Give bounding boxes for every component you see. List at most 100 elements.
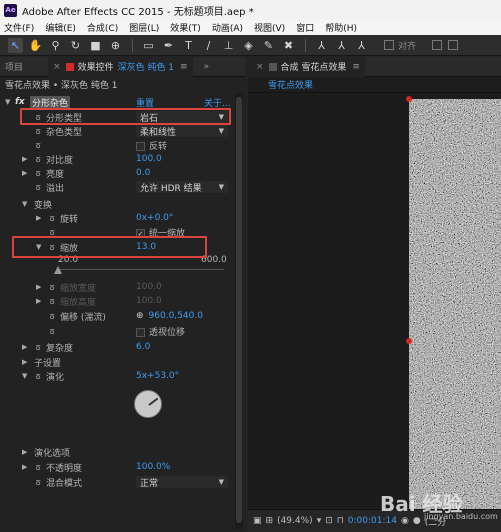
menu-composition[interactable]: 合成(C) xyxy=(87,21,118,34)
menu-edit[interactable]: 编辑(E) xyxy=(45,21,76,34)
scale-slider-thumb[interactable] xyxy=(54,266,62,274)
effect-row-fractal-noise[interactable]: ▼ fx 分形杂色 重置 关于... xyxy=(0,95,232,109)
offset-value-wrap[interactable]: ⊕ 960.0,540.0 xyxy=(136,311,203,321)
stopwatch-icon[interactable]: ㆆ xyxy=(34,167,42,180)
panel-menu-icon[interactable]: ≡ xyxy=(352,62,360,72)
stopwatch-icon[interactable]: ㆆ xyxy=(34,461,42,474)
evolution-value[interactable]: 5x+53.0° xyxy=(136,371,179,381)
twirl-closed-icon[interactable]: ▶ xyxy=(36,214,41,222)
stopwatch-icon[interactable]: ㆆ xyxy=(48,310,56,323)
puppet-pin-tool-icon[interactable]: ✖ xyxy=(281,38,296,53)
brightness-value[interactable]: 0.0 xyxy=(136,168,150,178)
twirl-open-icon[interactable]: ▼ xyxy=(22,372,27,380)
scrollbar-thumb[interactable] xyxy=(236,97,242,523)
stopwatch-icon[interactable]: ㆆ xyxy=(48,281,56,294)
layer-handle-top[interactable] xyxy=(406,96,412,102)
stopwatch-icon[interactable]: ㆆ xyxy=(34,476,42,489)
rotation-value[interactable]: 0x+0.0° xyxy=(136,213,173,223)
snap-checkbox[interactable] xyxy=(384,40,394,50)
rectangle-tool-icon[interactable]: ▭ xyxy=(141,38,156,53)
scale-slider-track[interactable] xyxy=(58,269,224,270)
mask-icon[interactable]: ⊓ xyxy=(337,516,344,526)
always-preview-icon[interactable]: ⊞ xyxy=(266,516,274,526)
opacity-value[interactable]: 100.0% xyxy=(136,462,170,472)
menu-effect[interactable]: 效果(T) xyxy=(170,21,201,34)
overflow-dropdown[interactable]: 允许 HDR 结果 ▼ xyxy=(136,181,228,194)
panel-scrollbar[interactable] xyxy=(235,93,243,529)
menu-help[interactable]: 帮助(H) xyxy=(325,21,357,34)
layer-handle-middle[interactable] xyxy=(406,338,412,344)
crosshair-icon[interactable]: ⊕ xyxy=(136,311,144,321)
tab-expand[interactable]: » xyxy=(199,57,215,77)
brush-tool-icon[interactable]: ∕ xyxy=(201,38,216,53)
complexity-value[interactable]: 6.0 xyxy=(136,342,150,352)
invert-checkbox[interactable] xyxy=(136,141,145,151)
stopwatch-icon[interactable]: ㆆ xyxy=(48,295,56,308)
group-evolution-options[interactable]: ▶ 演化选项 xyxy=(0,445,232,459)
snap-option-icon[interactable] xyxy=(432,40,443,50)
color-icon[interactable]: ● xyxy=(413,516,421,526)
pen-tool-icon[interactable]: ✒ xyxy=(161,38,176,53)
tab-composition[interactable]: × 合成 雪花点效果 ≡ xyxy=(248,56,365,77)
axis-world-icon[interactable]: ⅄ xyxy=(334,38,349,53)
contrast-value[interactable]: 100.0 xyxy=(136,154,162,164)
noise-type-dropdown[interactable]: 柔和线性 ▼ xyxy=(136,125,228,138)
twirl-closed-icon[interactable]: ▶ xyxy=(22,343,27,351)
fx-icon[interactable]: fx xyxy=(15,97,25,107)
stopwatch-icon[interactable]: ㆆ xyxy=(34,139,42,152)
composition-viewer[interactable] xyxy=(248,94,501,509)
stopwatch-icon[interactable]: ㆆ xyxy=(34,153,42,166)
tab-project[interactable]: 项目 xyxy=(0,57,28,77)
twirl-closed-icon[interactable]: ▶ xyxy=(36,297,41,305)
effect-name[interactable]: 分形杂色 xyxy=(30,95,71,109)
invert-checkbox-wrap[interactable]: 反转 xyxy=(136,139,167,152)
roto-brush-tool-icon[interactable]: ✎ xyxy=(261,38,276,53)
twirl-closed-icon[interactable]: ▶ xyxy=(22,358,27,366)
rotate-tool-icon[interactable]: ↻ xyxy=(68,38,83,53)
grid-icon[interactable]: ⊡ xyxy=(325,516,333,526)
zoom-dropdown[interactable]: (49.4%) xyxy=(277,516,313,526)
menu-window[interactable]: 窗口 xyxy=(296,21,314,34)
stopwatch-icon[interactable]: ㆆ xyxy=(48,212,56,225)
axis-local-icon[interactable]: ⅄ xyxy=(314,38,329,53)
about-button[interactable]: 关于... xyxy=(204,96,231,109)
offset-value[interactable]: 960.0,540.0 xyxy=(149,311,203,321)
eraser-tool-icon[interactable]: ◈ xyxy=(241,38,256,53)
panel-menu-icon[interactable]: ≡ xyxy=(180,62,188,72)
snapshot-icon[interactable]: ◉ xyxy=(401,516,409,526)
menu-view[interactable]: 视图(V) xyxy=(254,21,285,34)
scale-height-value[interactable]: 100.0 xyxy=(136,296,162,306)
evolution-dial[interactable] xyxy=(134,390,162,418)
perspective-offset-checkbox[interactable] xyxy=(136,327,145,337)
composition-breadcrumb[interactable]: 雪花点效果 xyxy=(248,77,501,93)
axis-view-icon[interactable]: ⅄ xyxy=(354,38,369,53)
hand-tool-icon[interactable]: ✋ xyxy=(28,38,43,53)
menu-layer[interactable]: 图层(L) xyxy=(129,21,159,34)
twirl-closed-icon[interactable]: ▶ xyxy=(22,463,27,471)
camera-tool-icon[interactable]: ■ xyxy=(88,38,103,53)
type-tool-icon[interactable]: T xyxy=(181,38,196,53)
menu-file[interactable]: 文件(F) xyxy=(4,21,34,34)
pan-behind-tool-icon[interactable]: ⊕ xyxy=(108,38,123,53)
stopwatch-icon[interactable]: ㆆ xyxy=(48,325,56,338)
twirl-open-icon[interactable]: ▼ xyxy=(5,98,10,106)
menu-animation[interactable]: 动画(A) xyxy=(212,21,243,34)
close-icon[interactable]: × xyxy=(53,62,61,72)
chevron-down-icon[interactable]: ▾ xyxy=(317,516,322,526)
twirl-closed-icon[interactable]: ▶ xyxy=(22,155,27,163)
selection-tool-icon[interactable]: ↖ xyxy=(8,37,23,53)
perspective-offset-wrap[interactable]: 透视位移 xyxy=(136,325,185,338)
stopwatch-icon[interactable]: ㆆ xyxy=(34,370,42,383)
reset-button[interactable]: 重置 xyxy=(136,96,154,109)
stopwatch-icon[interactable]: ㆆ xyxy=(34,341,42,354)
snap-option-icon[interactable] xyxy=(448,40,459,50)
twirl-closed-icon[interactable]: ▶ xyxy=(22,448,27,456)
twirl-closed-icon[interactable]: ▶ xyxy=(22,169,27,177)
blend-mode-dropdown[interactable]: 正常 ▼ xyxy=(136,476,228,489)
twirl-closed-icon[interactable]: ▶ xyxy=(36,283,41,291)
twirl-open-icon[interactable]: ▼ xyxy=(22,200,27,208)
group-sub-settings[interactable]: ▶ 子设置 xyxy=(0,355,232,369)
close-icon[interactable]: × xyxy=(256,62,264,72)
tab-effect-controls[interactable]: × 效果控件 深灰色 纯色 1 ≡ xyxy=(48,56,193,77)
clone-stamp-tool-icon[interactable]: ⊥ xyxy=(221,38,236,53)
